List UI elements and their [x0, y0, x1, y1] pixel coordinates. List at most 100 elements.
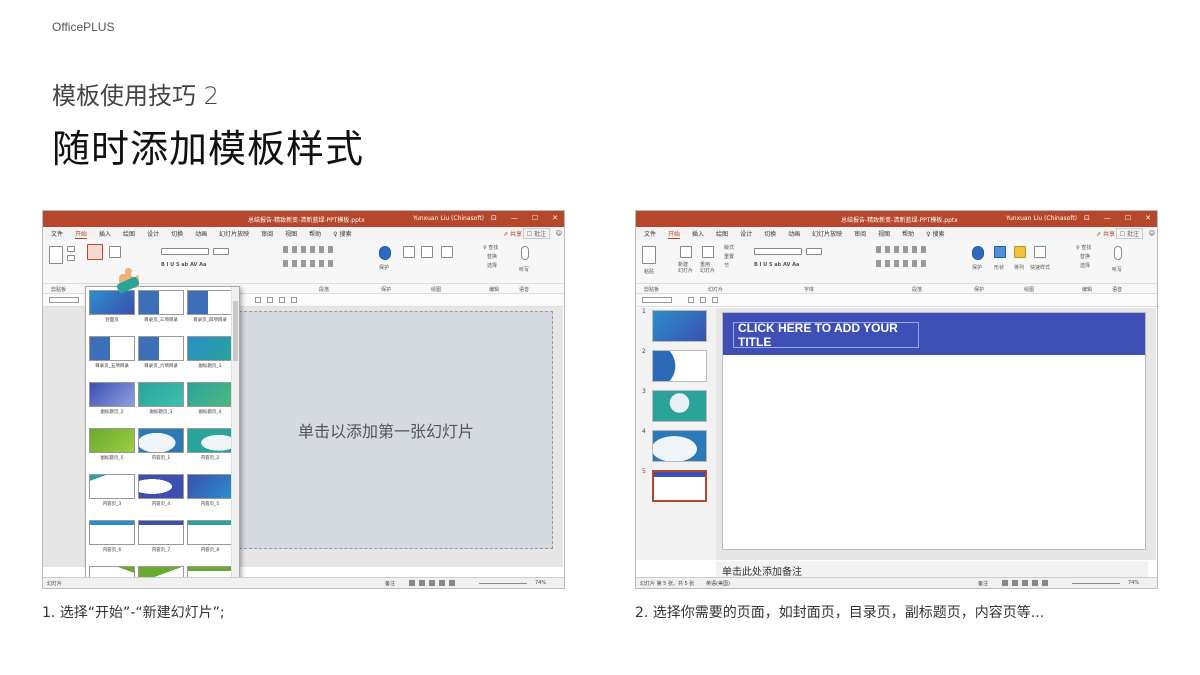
paste-icon[interactable]: [49, 246, 63, 264]
layout-thumbnail[interactable]: [89, 382, 135, 407]
notes-button[interactable]: 备注: [385, 580, 395, 587]
layout-option[interactable]: 内容页_7: [138, 520, 184, 564]
qat-icon[interactable]: [267, 297, 273, 303]
slide-thumbnail-4[interactable]: [652, 430, 707, 462]
search-box[interactable]: ♀ 搜索: [333, 229, 351, 238]
replace-button[interactable]: 替换: [1080, 253, 1090, 260]
tab-home[interactable]: 开始: [668, 229, 681, 239]
tab-view[interactable]: 视图: [285, 229, 297, 238]
section-button[interactable]: 节: [724, 262, 729, 269]
layout-option[interactable]: 目录页_六项目录: [138, 336, 184, 380]
comments-button[interactable]: ☐ 批注: [1115, 228, 1143, 239]
layout-thumbnail[interactable]: [187, 336, 233, 361]
layout-option[interactable]: 目录页_三项目录: [138, 290, 184, 334]
copy-icon[interactable]: [67, 255, 75, 261]
slide-thumbnail-2[interactable]: [652, 350, 707, 382]
tab-animations[interactable]: 动画: [788, 229, 800, 238]
protect-icon[interactable]: [379, 246, 391, 260]
layout-thumbnail[interactable]: [187, 290, 233, 315]
feedback-icon[interactable]: ☺: [1149, 230, 1155, 237]
save-icon[interactable]: [688, 297, 694, 303]
layout-option[interactable]: 目录页_四项目录: [187, 290, 233, 334]
layout-option[interactable]: 副标题页_1: [187, 336, 233, 380]
new-slide-button[interactable]: [680, 246, 692, 258]
cut-icon[interactable]: [67, 246, 75, 252]
zoom-slider[interactable]: [479, 583, 527, 584]
quick-styles-icon[interactable]: [1034, 246, 1046, 258]
tab-help[interactable]: 帮助: [309, 229, 321, 238]
minimize-icon[interactable]: —: [1104, 214, 1111, 222]
layout-thumbnail[interactable]: [138, 336, 184, 361]
tab-review[interactable]: 审阅: [261, 229, 273, 238]
zoom-level[interactable]: 74%: [535, 580, 546, 586]
gallery-scrollbar[interactable]: [231, 287, 239, 588]
tab-transitions[interactable]: 切换: [171, 229, 183, 238]
layout-option[interactable]: 内容页_4: [138, 474, 184, 518]
feedback-icon[interactable]: ☺: [556, 230, 562, 237]
close-icon[interactable]: ✕: [552, 214, 558, 222]
share-button[interactable]: ⇗ 共享: [503, 229, 522, 238]
tab-draw[interactable]: 绘图: [716, 229, 728, 238]
reuse-slides-icon[interactable]: [702, 246, 714, 258]
slide-title-placeholder[interactable]: CLICK HERE TO ADD YOUR TITLE: [733, 321, 919, 349]
layout-option[interactable]: 内容页_5: [187, 474, 233, 518]
search-box[interactable]: ♀ 搜索: [926, 229, 944, 238]
quick-styles-icon[interactable]: [441, 246, 453, 258]
font-name-select[interactable]: [754, 248, 802, 255]
user-name[interactable]: Yunxuan Liu (Chinasoft): [1006, 215, 1077, 222]
layout-option[interactable]: 副标题页_2: [89, 382, 135, 426]
tab-draw[interactable]: 绘图: [123, 229, 135, 238]
layout-option[interactable]: 副标题页_4: [187, 382, 233, 426]
close-icon[interactable]: ✕: [1145, 214, 1151, 222]
qat-icon[interactable]: [291, 297, 297, 303]
tab-slideshow[interactable]: 幻灯片放映: [219, 229, 249, 238]
view-buttons[interactable]: [409, 580, 459, 586]
zoom-level[interactable]: 74%: [1128, 580, 1139, 586]
qat-icon[interactable]: [255, 297, 261, 303]
font-size-select[interactable]: [213, 248, 229, 255]
layout-thumbnail[interactable]: [89, 428, 135, 453]
layout-thumbnail[interactable]: [138, 520, 184, 545]
layout-thumbnail[interactable]: [138, 382, 184, 407]
undo-icon[interactable]: [700, 297, 706, 303]
paragraph-controls[interactable]: [283, 246, 333, 253]
layout-thumbnail[interactable]: [89, 474, 135, 499]
tab-file[interactable]: 文件: [644, 229, 656, 238]
autosave-toggle[interactable]: [642, 297, 672, 303]
ribbon-display-icon[interactable]: ⊡: [491, 214, 497, 222]
tab-animations[interactable]: 动画: [195, 229, 207, 238]
tab-review[interactable]: 审阅: [854, 229, 866, 238]
layout-thumbnail[interactable]: [187, 474, 233, 499]
redo-icon[interactable]: [712, 297, 718, 303]
add-first-slide-placeholder[interactable]: 单击以添加第一张幻灯片: [239, 311, 553, 549]
minimize-icon[interactable]: —: [511, 214, 518, 222]
layout-option[interactable]: 内容页_8: [187, 520, 233, 564]
maximize-icon[interactable]: ☐: [1125, 214, 1131, 222]
comments-button[interactable]: ☐ 批注: [522, 228, 550, 239]
layout-thumbnail[interactable]: [187, 428, 233, 453]
notes-button[interactable]: 备注: [978, 580, 988, 587]
view-buttons[interactable]: [1002, 580, 1052, 586]
layout-option[interactable]: 内容页_6: [89, 520, 135, 564]
paragraph-controls[interactable]: [876, 246, 926, 253]
layout-button[interactable]: 版式: [724, 244, 734, 251]
font-name-select[interactable]: [161, 248, 209, 255]
find-button[interactable]: ♀ 查找: [483, 244, 498, 251]
tab-file[interactable]: 文件: [51, 229, 63, 238]
layout-option[interactable]: 封面页: [89, 290, 135, 334]
tab-insert[interactable]: 插入: [99, 229, 111, 238]
layout-thumbnail[interactable]: [187, 520, 233, 545]
reset-button[interactable]: 重置: [724, 253, 734, 260]
tab-transitions[interactable]: 切换: [764, 229, 776, 238]
replace-button[interactable]: 替换: [487, 253, 497, 260]
layout-thumbnail[interactable]: [89, 336, 135, 361]
layout-option[interactable]: 内容页_2: [187, 428, 233, 472]
layout-thumbnail[interactable]: [138, 474, 184, 499]
alignment-controls[interactable]: [283, 260, 333, 267]
tab-view[interactable]: 视图: [878, 229, 890, 238]
qat-icon[interactable]: [279, 297, 285, 303]
shapes-icon[interactable]: [994, 246, 1006, 258]
arrange-icon[interactable]: [1014, 246, 1026, 258]
layout-option[interactable]: 内容页_3: [89, 474, 135, 518]
protect-icon[interactable]: [972, 246, 984, 260]
